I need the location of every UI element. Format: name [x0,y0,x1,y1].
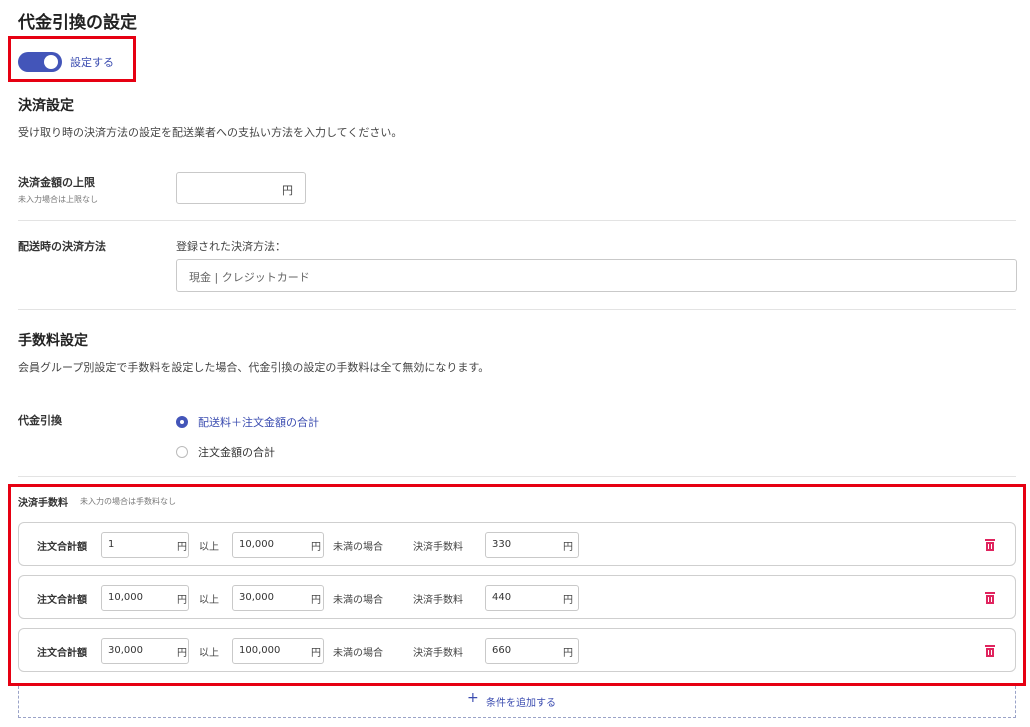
yen-unit: 円 [177,648,187,659]
yen-unit: 円 [311,542,321,553]
limit-sub: 未入力場合は上限なし [18,195,98,204]
method-label: 配送時の決済方法 [18,240,106,253]
limit-label: 決済金額の上限 [18,176,95,189]
fee-section-label: 決済手数料 [18,498,68,509]
divider [18,309,1016,310]
trash-icon[interactable] [985,539,995,551]
fee-text: 決済手数料 [413,542,463,553]
yen-unit: 円 [177,595,187,606]
fee-row: 注文合計額 1 円 以上 10,000 円 未満の場合 決済手数料 330 円 [18,522,1016,566]
trash-icon[interactable] [985,592,995,604]
row-total-label: 注文合計額 [37,542,87,553]
limit-input[interactable]: 円 [176,172,306,204]
below-text: 未満の場合 [333,595,383,606]
yen-unit: 円 [563,648,573,659]
method-field: 現金 | クレジットカード [176,259,1017,292]
page-title: 代金引換の設定 [18,13,137,33]
yen-unit: 円 [311,595,321,606]
from-input[interactable]: 10,000 [101,585,189,611]
row-total-label: 注文合計額 [37,648,87,659]
below-text: 未満の場合 [333,542,383,553]
radio-shipping-plus-order[interactable] [176,416,188,428]
radio-label: 配送料＋注文金額の合計 [198,416,319,429]
fee-row: 注文合計額 30,000 円 以上 100,000 円 未満の場合 決済手数料 … [18,628,1016,672]
trash-icon[interactable] [985,645,995,657]
payment-heading: 決済設定 [18,98,74,114]
below-text: 未満の場合 [333,648,383,659]
toggle-knob [44,55,58,69]
yen-unit: 円 [563,542,573,553]
fee-section-sub: 未入力の場合は手数料なし [80,497,176,506]
limit-unit: 円 [282,184,293,197]
yen-unit: 円 [563,595,573,606]
add-condition-label: 条件を追加する [486,698,556,709]
fee-description: 会員グループ別設定で手数料を設定した場合、代金引換の設定の手数料は全て無効になり… [18,361,490,374]
row-total-label: 注文合計額 [37,595,87,606]
fee-text: 決済手数料 [413,595,463,606]
above-text: 以上 [199,595,219,606]
fee-heading: 手数料設定 [18,333,88,349]
radio-label: 注文金額の合計 [198,446,275,459]
plus-icon: + [467,690,479,706]
divider [18,220,1016,221]
fee-text: 決済手数料 [413,648,463,659]
above-text: 以上 [199,542,219,553]
yen-unit: 円 [311,648,321,659]
from-input[interactable]: 30,000 [101,638,189,664]
method-value: 現金 | クレジットカード [189,271,310,284]
from-input[interactable]: 1 [101,532,189,558]
fee-row: 注文合計額 10,000 円 以上 30,000 円 未満の場合 決済手数料 4… [18,575,1016,619]
payment-description: 受け取り時の決済方法の設定を配送業者への支払い方法を入力してください。 [18,126,403,139]
cod-label: 代金引換 [18,414,62,427]
method-caption: 登録された決済方法： [176,240,286,253]
above-text: 以上 [199,648,219,659]
yen-unit: 円 [177,542,187,553]
radio-order-total[interactable] [176,446,188,458]
divider [18,476,1016,477]
toggle-label: 設定する [70,56,114,69]
